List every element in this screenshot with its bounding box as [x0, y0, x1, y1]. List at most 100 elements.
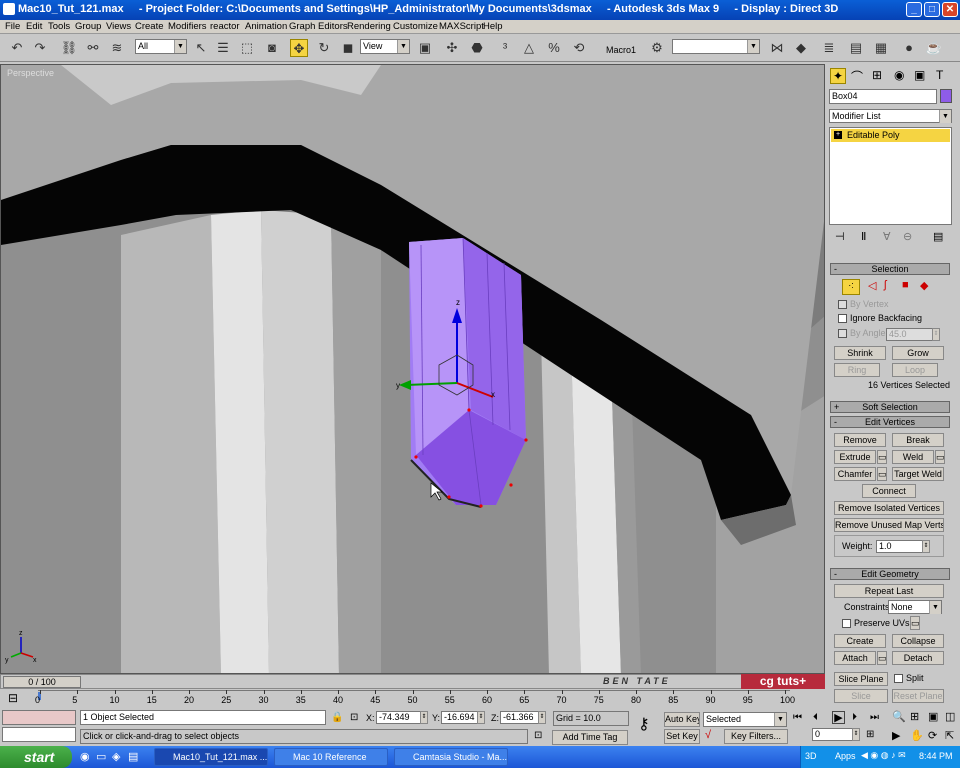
zoom-extents-icon[interactable]: ▣	[928, 710, 938, 723]
angle-spinner[interactable]: 45.0 ⇕	[886, 328, 940, 341]
expand-icon[interactable]: +	[834, 131, 842, 139]
select-manipulate-icon[interactable]: ✣	[443, 39, 461, 57]
maxscript-listener-mini[interactable]	[2, 710, 76, 725]
vertex-mode-icon[interactable]: ·:	[842, 279, 860, 295]
attach-list-icon[interactable]: ▭	[877, 651, 887, 665]
time-configuration-icon[interactable]: ⊞	[866, 729, 874, 740]
grow-button[interactable]: Grow	[892, 346, 944, 360]
previous-frame-icon[interactable]: ⏴	[813, 712, 818, 723]
reset-plane-button[interactable]: Reset Plane	[892, 689, 944, 703]
by-vertex-checkbox[interactable]	[838, 300, 847, 309]
select-object-icon[interactable]: ↖	[192, 39, 210, 57]
remove-modifier-icon[interactable]: ⊖	[903, 230, 912, 243]
ring-button[interactable]: Ring	[834, 363, 880, 377]
object-color-swatch[interactable]	[940, 89, 952, 103]
minimize-button[interactable]: _	[906, 2, 922, 17]
utilities-tab-icon[interactable]: T	[936, 68, 943, 82]
menu-views[interactable]: Views	[106, 21, 131, 32]
ignore-backfacing-checkbox[interactable]	[838, 314, 847, 323]
chamfer-button[interactable]: Chamfer	[834, 467, 876, 481]
select-link-icon[interactable]: ⛓	[60, 39, 78, 57]
menu-rendering[interactable]: Rendering	[347, 21, 391, 32]
render-scene-icon[interactable]: ☕	[925, 39, 943, 57]
preserve-uvs-checkbox[interactable]	[842, 619, 851, 628]
extrude-settings-icon[interactable]: ▭	[877, 450, 887, 464]
chamfer-settings-icon[interactable]: ▭	[877, 467, 887, 481]
go-to-start-icon[interactable]: ⏮	[793, 712, 802, 723]
weld-settings-icon[interactable]: ▭	[935, 450, 945, 464]
menu-maxscript[interactable]: MAXScript	[439, 21, 484, 32]
hierarchy-tab-icon[interactable]: ⊞	[872, 68, 882, 82]
arc-rotate-icon[interactable]: ⟳	[928, 729, 937, 742]
target-weld-button[interactable]: Target Weld	[892, 467, 944, 481]
default-tangent-icon[interactable]: √	[705, 729, 711, 741]
unlink-icon[interactable]: ⚯	[84, 39, 102, 57]
align-icon[interactable]: ◆	[792, 39, 810, 57]
select-and-rotate-icon[interactable]: ↻	[315, 39, 333, 57]
angle-snap-icon[interactable]: △	[520, 39, 538, 57]
configure-modifier-sets-icon[interactable]: ▤	[933, 230, 943, 243]
rect-selection-region-icon[interactable]: ⬚	[238, 39, 256, 57]
weld-button[interactable]: Weld	[892, 450, 934, 464]
connect-button[interactable]: Connect	[862, 484, 916, 498]
y-coord-field[interactable]: -16.694 ⇕	[441, 711, 485, 724]
border-mode-icon[interactable]: ʃ	[884, 279, 886, 291]
quick-launch-ie-icon[interactable]: ◉	[80, 750, 90, 763]
maximize-viewport-icon[interactable]: ⇱	[945, 729, 954, 742]
undo-icon[interactable]: ↶	[8, 39, 26, 57]
break-button[interactable]: Break	[892, 433, 944, 447]
maxscript-listener-input[interactable]	[2, 727, 76, 742]
time-slider[interactable]: 0 / 100 BEN TATE cg tuts+	[0, 674, 825, 689]
named-selection-sets-dropdown[interactable]: ▼	[672, 39, 760, 54]
pin-stack-icon[interactable]: ⊣	[835, 230, 845, 243]
percent-snap-icon[interactable]: %	[545, 39, 563, 57]
menu-customize[interactable]: Customize	[393, 21, 438, 32]
z-coord-field[interactable]: -61.366 ⇕	[500, 711, 546, 724]
edge-mode-icon[interactable]: ◁	[868, 279, 876, 292]
current-frame-field[interactable]: 0 ⇕	[812, 728, 860, 741]
object-name-field[interactable]: Box04	[829, 89, 937, 104]
field-of-view-icon[interactable]: ▶	[892, 729, 900, 742]
detach-button[interactable]: Detach	[892, 651, 944, 665]
absolute-mode-icon[interactable]: ⊡	[350, 712, 358, 723]
edit-vertices-rollout-header[interactable]: - Edit Vertices	[830, 416, 950, 428]
slice-plane-button[interactable]: Slice Plane	[834, 672, 888, 686]
weight-spinner[interactable]: 1.0 ⇕	[876, 540, 930, 553]
layer-manager-icon[interactable]: ≣	[820, 39, 838, 57]
reference-coord-dropdown[interactable]: View ▼	[360, 39, 410, 54]
stack-item-editable-poly[interactable]: + Editable Poly	[831, 129, 950, 142]
spinner-snap-icon[interactable]: ⟲	[570, 39, 588, 57]
show-end-result-icon[interactable]: Ⅱ	[861, 230, 866, 243]
repeat-last-button[interactable]: Repeat Last	[834, 584, 944, 598]
time-slider-thumb[interactable]: 0 / 100	[3, 676, 81, 688]
quick-launch-desktop-icon[interactable]: ▭	[96, 750, 106, 763]
zoom-all-icon[interactable]: ⊞	[910, 710, 919, 723]
auto-key-button[interactable]: Auto Key	[664, 712, 700, 727]
create-button[interactable]: Create	[834, 634, 886, 648]
menu-reactor[interactable]: reactor	[210, 21, 240, 32]
collapse-button[interactable]: Collapse	[892, 634, 944, 648]
close-button[interactable]: ✕	[942, 2, 958, 17]
start-button[interactable]: start	[0, 746, 72, 768]
set-key-button[interactable]: Set Key	[664, 729, 700, 744]
zoom-icon[interactable]: 🔍	[892, 710, 906, 723]
menu-animation[interactable]: Animation	[245, 21, 287, 32]
schematic-view-icon[interactable]: ▦	[872, 39, 890, 57]
remove-unused-map-verts-button[interactable]: Remove Unused Map Verts	[834, 518, 944, 532]
select-by-name-icon[interactable]: ☰	[214, 39, 232, 57]
modify-tab-icon[interactable]: ⌒	[851, 68, 863, 85]
redo-icon[interactable]: ↷	[31, 39, 49, 57]
pivot-center-icon[interactable]: ▣	[416, 39, 434, 57]
selection-filter-dropdown[interactable]: All ▼	[135, 39, 187, 54]
menu-edit[interactable]: Edit	[26, 21, 42, 32]
window-crossing-icon[interactable]: ◙	[263, 39, 281, 57]
remove-isolated-vertices-button[interactable]: Remove Isolated Vertices	[834, 501, 944, 515]
material-editor-icon[interactable]: ●	[900, 39, 918, 57]
menu-group[interactable]: Group	[75, 21, 101, 32]
slice-button[interactable]: Slice	[834, 689, 888, 703]
play-icon[interactable]: ▶	[832, 711, 845, 724]
create-tab-icon[interactable]: ✦	[830, 68, 846, 84]
task-mac10-reference[interactable]: Mac 10 Reference	[274, 748, 388, 766]
mini-curve-editor-icon[interactable]: ⊟	[8, 691, 18, 705]
select-and-scale-icon[interactable]: ◼	[339, 39, 357, 57]
